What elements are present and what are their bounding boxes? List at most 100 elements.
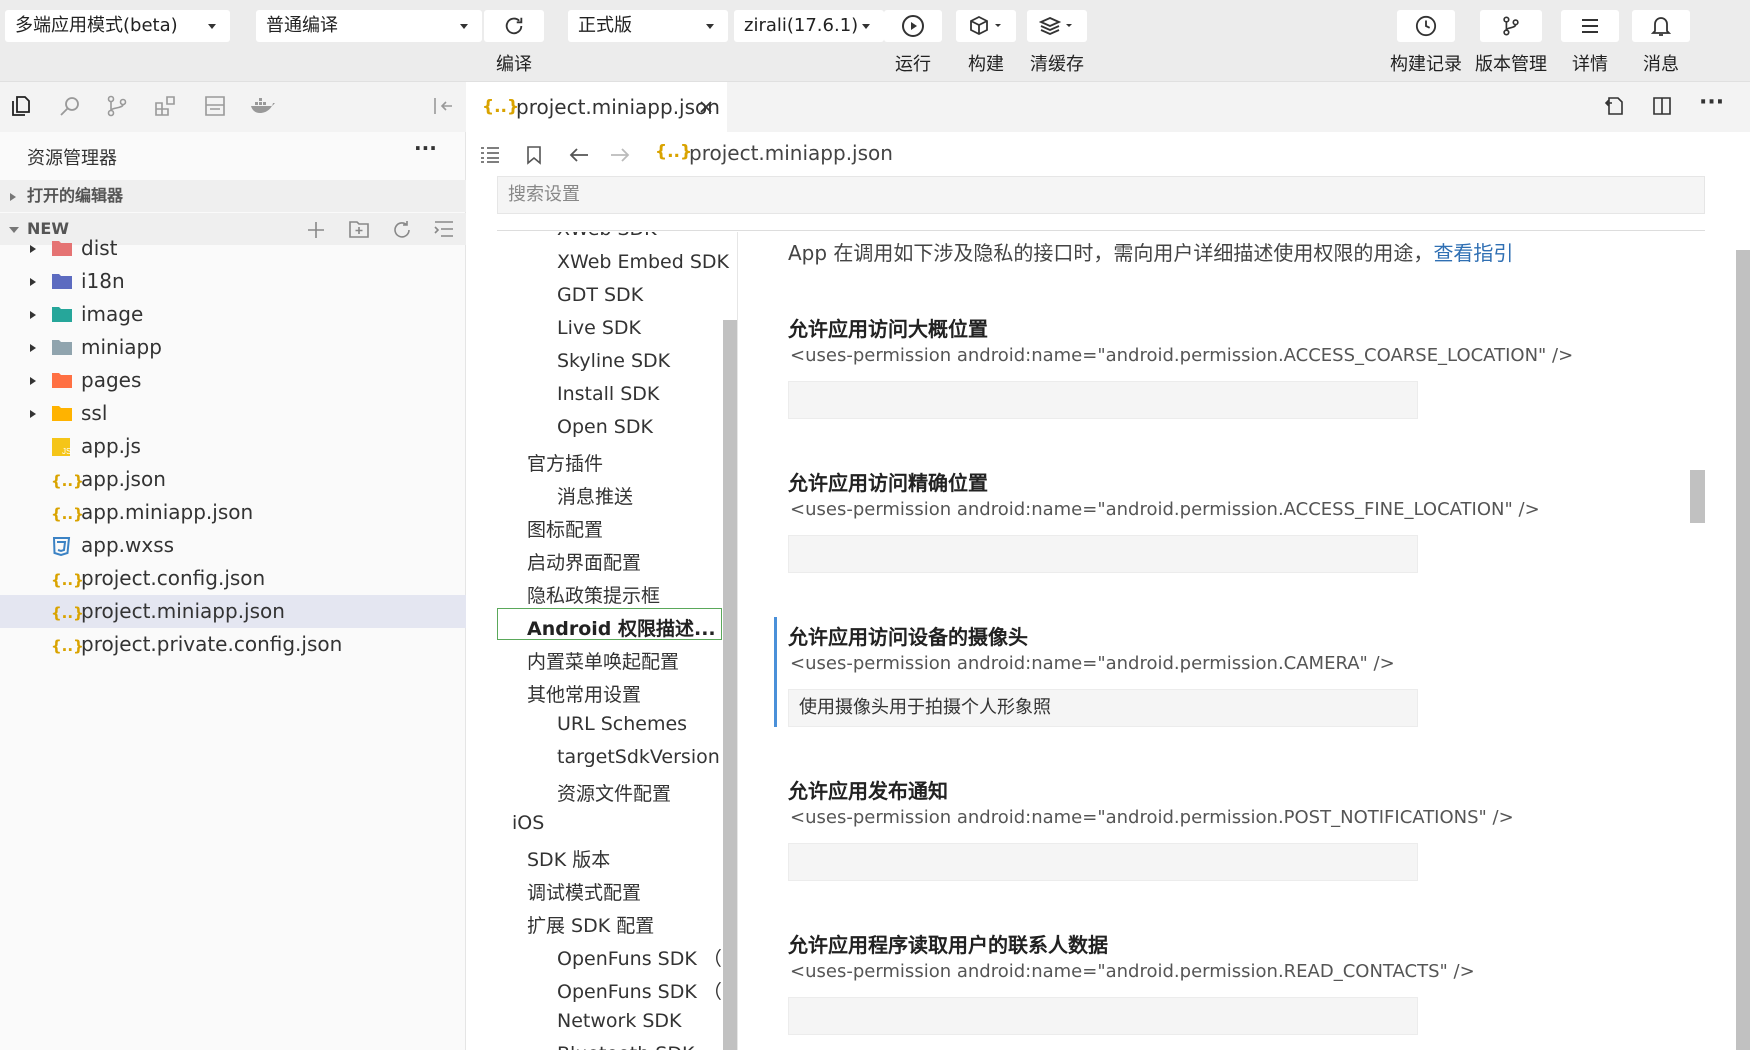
breadcrumb-file[interactable]: project.miniapp.json (689, 141, 893, 165)
permission-description-input[interactable] (788, 535, 1418, 573)
tree-file[interactable]: {..} app.json (0, 463, 466, 496)
back-arrow-icon[interactable] (568, 146, 590, 164)
refresh-icon (505, 17, 523, 35)
split-editor-icon[interactable] (1651, 95, 1673, 117)
toc-item[interactable]: XWeb SDK (557, 232, 657, 240)
permission-description-input[interactable] (788, 997, 1418, 1035)
open-source-file-icon[interactable] (1604, 95, 1626, 117)
toc-item[interactable]: 隐私政策提示框 (527, 581, 660, 608)
open-editors-section[interactable]: 打开的编辑器 (0, 180, 466, 212)
toc-item[interactable]: 图标配置 (527, 515, 603, 542)
run-button[interactable] (884, 10, 942, 42)
compile-button[interactable] (484, 10, 544, 42)
json-file-icon: {..} (51, 571, 84, 589)
permission-description-input[interactable] (788, 381, 1418, 419)
compile-mode-select[interactable]: 普通编译 (256, 10, 482, 42)
permission-description-input[interactable]: 使用摄像头用于拍摄个人形象照 (788, 689, 1418, 727)
toc-item[interactable]: 扩展 SDK 配置 (527, 911, 654, 938)
toc-item[interactable]: OpenFuns SDK （... (557, 944, 737, 971)
toc-item[interactable]: 官方插件 (527, 449, 603, 476)
divider (737, 232, 738, 1050)
tree-file[interactable]: {..} project.private.config.json (0, 628, 466, 661)
toc-item[interactable]: Open SDK (557, 416, 653, 438)
tree-folder[interactable]: dist (0, 232, 466, 265)
chevron-right-icon (30, 344, 36, 352)
js-file-icon: JS (51, 437, 71, 456)
toc-item[interactable]: targetSdkVersion (557, 746, 720, 768)
storage-icon[interactable] (203, 95, 227, 117)
tree-file[interactable]: app.wxss (0, 529, 466, 562)
details-button[interactable] (1561, 10, 1619, 42)
toc-item[interactable]: SDK 版本 (527, 845, 610, 872)
toc-item[interactable]: Bluetooth SDK (557, 1043, 694, 1050)
tree-file[interactable]: JS app.js (0, 430, 466, 463)
base-library-select[interactable]: zirali(17.6.1) (734, 10, 884, 42)
bookmark-icon[interactable] (525, 145, 543, 165)
settings-search-input[interactable]: 搜索设置 (497, 176, 1705, 214)
compile-mode-value: 普通编译 (266, 15, 338, 36)
build-label: 构建 (968, 54, 1004, 75)
toc-item[interactable]: URL Schemes (557, 713, 687, 735)
toc-item[interactable]: 其他常用设置 (527, 680, 641, 707)
toc-item[interactable]: GDT SDK (557, 284, 643, 306)
tab-project-miniapp-json[interactable]: {..} project.miniapp.json (467, 82, 727, 132)
tree-folder[interactable]: i18n (0, 265, 466, 298)
collapse-sidebar-icon[interactable] (432, 96, 454, 116)
file-name: app.js (81, 434, 141, 458)
extensions-icon[interactable] (153, 94, 177, 118)
forward-arrow-icon[interactable] (609, 146, 631, 164)
toc-item[interactable]: 调试模式配置 (527, 878, 641, 905)
tree-folder[interactable]: image (0, 298, 466, 331)
file-name: pages (81, 368, 142, 392)
version-management-button[interactable] (1480, 10, 1542, 42)
tree-folder[interactable]: miniapp (0, 331, 466, 364)
editor-scrollbar[interactable] (1736, 250, 1750, 1050)
toc-item[interactable]: XWeb Embed SDK (557, 251, 729, 273)
file-name: project.miniapp.json (81, 599, 285, 623)
file-name: app.miniapp.json (81, 500, 254, 524)
tree-file[interactable]: {..} app.miniapp.json (0, 496, 466, 529)
toc-item[interactable]: 启动界面配置 (527, 548, 641, 575)
toc-item[interactable]: iOS (512, 812, 544, 834)
toc-item[interactable]: Live SDK (557, 317, 641, 339)
chevron-right-icon (10, 193, 16, 201)
outline-list-icon[interactable] (479, 146, 501, 164)
files-icon[interactable] (9, 94, 33, 118)
tree-file[interactable]: {..} project.miniapp.json (0, 595, 466, 628)
content-scrollbar[interactable] (1690, 470, 1705, 523)
tree-folder[interactable]: ssl (0, 397, 466, 430)
folder-icon (51, 239, 72, 257)
folder-icon (51, 338, 72, 356)
mode-select-value: 多端应用模式(beta) (15, 15, 178, 36)
breadcrumb-bar: {..} project.miniapp.json (467, 132, 1750, 177)
messages-button[interactable] (1632, 10, 1690, 42)
docker-icon[interactable] (249, 95, 277, 117)
build-record-button[interactable] (1397, 10, 1455, 42)
toc-item[interactable]: Network SDK (557, 1010, 682, 1032)
toc-item[interactable]: Install SDK (557, 383, 659, 405)
explorer-more-button[interactable]: ··· (414, 136, 437, 160)
editor-more-icon[interactable]: ··· (1699, 90, 1724, 115)
chevron-right-icon (30, 278, 36, 286)
tree-folder[interactable]: pages (0, 364, 466, 397)
toc-scrollbar[interactable] (723, 320, 737, 1050)
chevron-right-icon (30, 377, 36, 385)
toc-item[interactable]: 资源文件配置 (557, 779, 671, 806)
view-guide-link[interactable]: 查看指引 (1433, 241, 1513, 265)
chevron-down-icon (706, 24, 714, 29)
tree-file[interactable]: {..} project.config.json (0, 562, 466, 595)
permission-description-input[interactable] (788, 843, 1418, 881)
version-select[interactable]: 正式版 (568, 10, 728, 42)
close-icon[interactable] (699, 100, 713, 114)
permission-title: 允许应用程序读取用户的联系人数据 (788, 933, 1108, 957)
toc-item[interactable]: 内置菜单唤起配置 (527, 647, 679, 674)
toc-item[interactable]: Skyline SDK (557, 350, 670, 372)
clear-cache-button[interactable] (1027, 10, 1087, 42)
build-button[interactable] (956, 10, 1016, 42)
source-control-icon[interactable] (105, 94, 129, 118)
toc-item[interactable]: OpenFuns SDK （... (557, 977, 737, 1004)
mode-select[interactable]: 多端应用模式(beta) (5, 10, 230, 42)
chevron-down-icon (208, 24, 216, 29)
toc-item[interactable]: 消息推送 (557, 482, 633, 509)
search-icon[interactable] (58, 94, 82, 118)
